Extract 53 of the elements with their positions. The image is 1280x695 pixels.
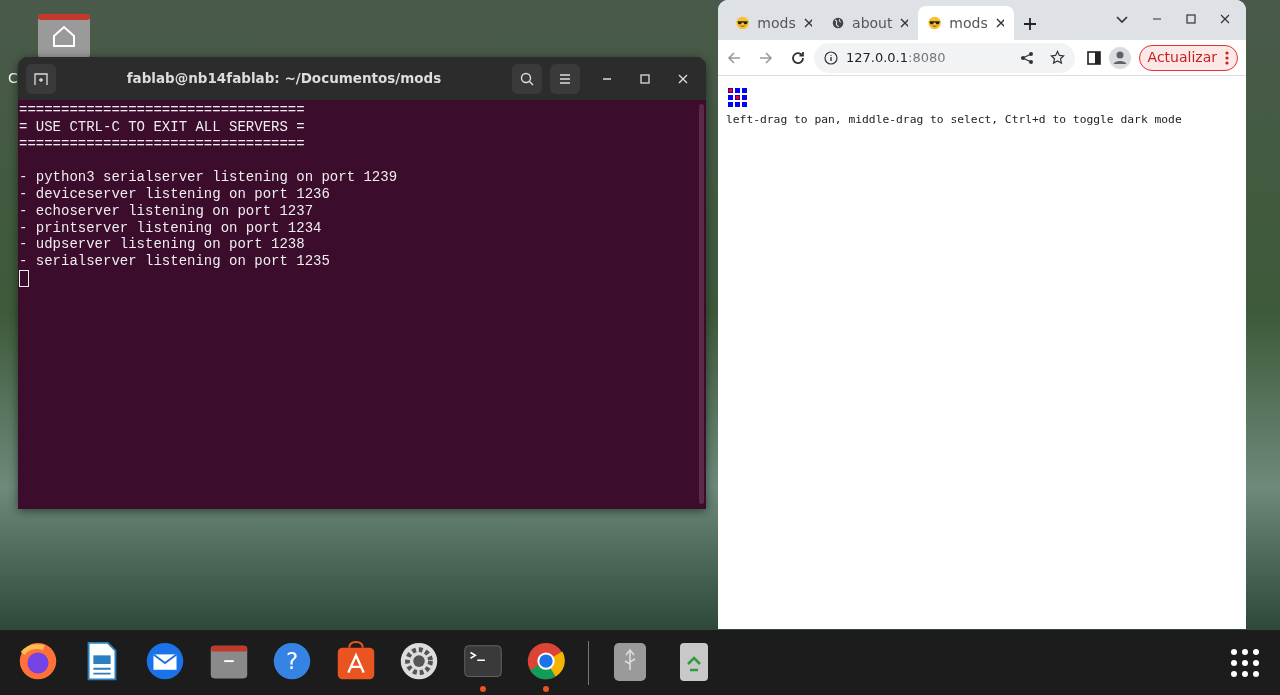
- terminal-line: - python3 serialserver listening on port 1239: [19, 169, 398, 186]
- minimize-icon: [602, 77, 612, 80]
- update-button[interactable]: Actualizar: [1138, 44, 1238, 71]
- question-glyph: ?: [285, 647, 299, 674]
- side-panel-icon[interactable]: [1086, 50, 1101, 65]
- menu-icon: [558, 72, 572, 85]
- info-icon[interactable]: [824, 50, 838, 65]
- scrollbar[interactable]: [699, 104, 704, 504]
- new-tab-button[interactable]: [26, 63, 56, 94]
- close-tab-icon[interactable]: [995, 18, 1004, 28]
- maximize-icon: [640, 73, 650, 84]
- close-tab-icon[interactable]: [900, 18, 908, 28]
- url-host: 127.0.0.1: [846, 49, 909, 65]
- browser-tab[interactable]: mods: [726, 6, 822, 40]
- address-bar[interactable]: 127.0.0.1:8080: [814, 42, 1075, 73]
- terminal-line: - echoserver listening on port 1237: [19, 202, 314, 219]
- desktop-icon-label[interactable]: C: [8, 68, 18, 89]
- search-icon: [520, 71, 534, 86]
- mods-logo-icon: [726, 85, 748, 108]
- terminal-line: ==================================: [19, 102, 305, 118]
- terminal-line: - printserver listening on port 1234: [19, 219, 322, 236]
- share-icon[interactable]: [1019, 50, 1034, 65]
- terminal-line: - udpserver listening on port 1238: [19, 236, 305, 253]
- search-button[interactable]: [512, 63, 542, 94]
- add-tab-icon: [34, 71, 48, 86]
- app-grid-icon[interactable]: [1230, 647, 1260, 678]
- chevron-down-icon[interactable]: [1116, 16, 1128, 24]
- reload-icon[interactable]: [790, 49, 806, 66]
- url-port: :8080: [908, 49, 946, 65]
- help-text: left-drag to pan, middle-drag to select, Ctrl+d to toggle dark mode: [726, 112, 1183, 128]
- terminal-line: ==================================: [19, 135, 305, 152]
- globe-icon: [832, 15, 845, 31]
- sunglasses-emoji-icon: [736, 15, 750, 31]
- maximize-icon[interactable]: [1186, 14, 1196, 24]
- close-tab-icon[interactable]: [803, 18, 812, 28]
- terminal-line: - serialserver listening on port 1235: [19, 253, 330, 270]
- star-icon[interactable]: [1049, 50, 1065, 65]
- close-icon: [678, 73, 688, 84]
- kebab-menu-icon: [1225, 50, 1229, 65]
- terminal-line: - deviceserver listening on port 1236: [19, 186, 330, 202]
- forward-icon[interactable]: [758, 49, 774, 66]
- profile-icon[interactable]: [1108, 46, 1131, 69]
- sunglasses-emoji-icon: [928, 15, 942, 31]
- terminal-line: = USE CTRL-C TO EXIT ALL SERVERS =: [19, 118, 305, 135]
- window-title: fablab@nb14fablab: ~/Documentos/mods: [125, 69, 443, 89]
- close-icon[interactable]: [1220, 14, 1230, 24]
- home-folder-icon[interactable]: [38, 14, 90, 58]
- browser-tab[interactable]: about: [822, 6, 918, 40]
- new-tab-icon[interactable]: [1022, 16, 1038, 32]
- browser-tab[interactable]: mods: [918, 6, 1014, 40]
- text-cursor: [19, 269, 29, 287]
- menu-button[interactable]: [550, 63, 580, 94]
- back-icon[interactable]: [726, 49, 742, 66]
